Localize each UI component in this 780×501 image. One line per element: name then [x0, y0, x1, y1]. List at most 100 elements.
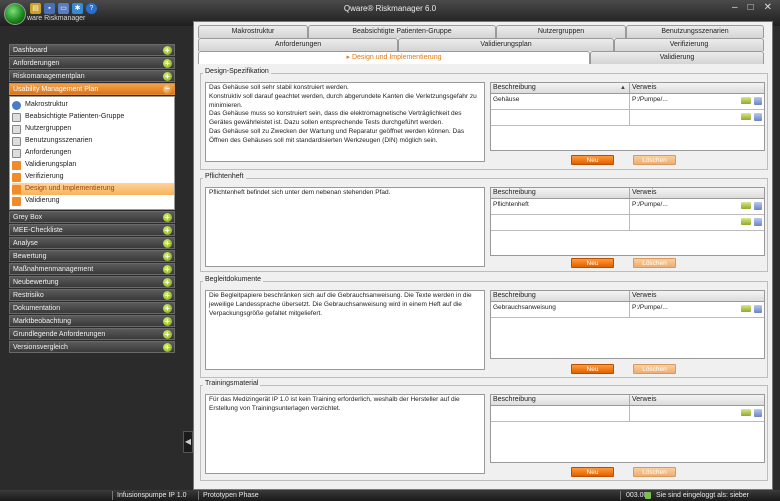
expand-plus-icon[interactable]: + [163, 213, 172, 222]
table-row[interactable] [491, 215, 764, 231]
section-title: Pflichtenheft [203, 173, 246, 180]
table-row[interactable] [491, 406, 764, 422]
sidebar-item-bewertung[interactable]: Bewertung + [9, 250, 175, 262]
tab-anforderungen[interactable]: Anforderungen [198, 38, 398, 51]
expand-plus-icon[interactable]: + [163, 304, 172, 313]
column-header-verweis[interactable]: Verweis [630, 83, 764, 93]
edit-icon[interactable] [741, 409, 751, 416]
expand-plus-icon[interactable]: + [163, 343, 172, 352]
tab-verifizierung[interactable]: Verifizierung [614, 38, 764, 51]
column-header-verweis[interactable]: Verweis [630, 291, 764, 301]
tab-patienten-gruppe[interactable]: Beabsichtigte Patienten-Gruppe [308, 25, 496, 38]
new-button[interactable]: Neu [571, 155, 614, 165]
sidebar-item-massnahmenmanagement[interactable]: Maßnahmenmanagement + [9, 263, 175, 275]
tab-design-implementierung[interactable]: ▸ Design und Implementierung [198, 51, 590, 64]
column-header-beschreibung[interactable]: Beschreibung [491, 188, 630, 198]
section-trainingsmaterial: Trainingsmaterial Für das Medizingerät I… [200, 380, 768, 481]
delete-button[interactable]: Löschen [633, 467, 676, 477]
table-row[interactable]: Pflichtenheft P:/Pumpe/... [491, 199, 764, 215]
expand-plus-icon[interactable]: + [163, 330, 172, 339]
tab-nutzergruppen[interactable]: Nutzergruppen [496, 25, 626, 38]
window-title: Qware® Riskmanager 6.0 [343, 4, 437, 13]
sidebar-item-analyse[interactable]: Analyse + [9, 237, 175, 249]
expand-plus-icon[interactable]: + [163, 239, 172, 248]
link-icon[interactable] [754, 218, 762, 226]
reference-table: Beschreibung ▲ Verweis Gehäuse P:/Pumpe/.… [490, 82, 765, 151]
tab-row-1: Makrostruktur Beabsichtigte Patienten-Gr… [198, 25, 764, 38]
sidebar-item-dashboard[interactable]: Dashboard + [9, 44, 175, 56]
close-button[interactable]: ✕ [764, 2, 772, 13]
tab-makrostruktur[interactable]: Makrostruktur [198, 25, 308, 38]
column-header-beschreibung[interactable]: Beschreibung [491, 395, 630, 405]
delete-button[interactable]: Löschen [633, 258, 676, 268]
new-button[interactable]: Neu [571, 364, 614, 374]
maximize-button[interactable]: □ [748, 2, 754, 13]
sidebar-item-versionsvergleich[interactable]: Versionsvergleich + [9, 341, 175, 353]
sidebar-item-dokumentation[interactable]: Dokumentation + [9, 302, 175, 314]
edit-icon[interactable] [741, 202, 751, 209]
app-subtitle: ware Riskmanager [27, 15, 86, 22]
edit-icon[interactable] [741, 113, 751, 120]
sidebar-item-anforderungen[interactable]: Anforderungen + [9, 57, 175, 69]
expand-plus-icon[interactable]: + [163, 291, 172, 300]
minimize-button[interactable]: – [732, 2, 738, 13]
sidebar-subitem-patienten-gruppe[interactable]: Beabsichtigte Patienten-Gruppe [12, 111, 174, 123]
sidebar-item-grundlegende-anforderungen[interactable]: Grundlegende Anforderungen + [9, 328, 175, 340]
sidebar-subitem-design-implementierung[interactable]: Design und Implementierung [12, 183, 174, 195]
trainingsmaterial-textarea[interactable]: Für das Medizingerät IP 1.0 ist kein Tra… [205, 394, 485, 474]
sidebar-subitem-validierungsplan[interactable]: Validierungsplan [12, 159, 174, 171]
collapse-minus-icon[interactable]: − [163, 85, 172, 94]
expand-plus-icon[interactable]: + [163, 252, 172, 261]
table-row[interactable]: Gebrauchsanweisung P:/Pumpe/... [491, 302, 764, 318]
delete-button[interactable]: Löschen [633, 364, 676, 374]
reference-table: Beschreibung Verweis Gebrauchsanweisung … [490, 290, 765, 359]
table-row[interactable] [491, 110, 764, 126]
column-header-beschreibung[interactable]: Beschreibung ▲ [491, 83, 630, 93]
table-row[interactable]: Gehäuse P:/Pumpe/... [491, 94, 764, 110]
sidebar-subitem-nutzergruppen[interactable]: Nutzergruppen [12, 123, 174, 135]
delete-button[interactable]: Löschen [633, 155, 676, 165]
edit-icon[interactable] [741, 97, 751, 104]
link-icon[interactable] [754, 202, 762, 210]
link-icon[interactable] [754, 113, 762, 121]
column-header-verweis[interactable]: Verweis [630, 395, 764, 405]
link-icon[interactable] [754, 97, 762, 105]
column-header-verweis[interactable]: Verweis [630, 188, 764, 198]
expand-plus-icon[interactable]: + [163, 72, 172, 81]
pflichtenheft-textarea[interactable]: Pflichtenheft befindet sich unter dem ne… [205, 187, 485, 267]
expand-plus-icon[interactable]: + [163, 226, 172, 235]
sidebar-subitem-verifizierung[interactable]: Verifizierung [12, 171, 174, 183]
eye-icon [12, 100, 21, 110]
sidebar-collapse-handle[interactable]: ◀ [183, 431, 193, 453]
design-spezifikation-textarea[interactable]: Das Gehäuse soll sehr stabil konstruiert… [205, 82, 485, 162]
tab-validierung[interactable]: Validierung [590, 51, 764, 64]
edit-icon[interactable] [741, 305, 751, 312]
link-icon[interactable] [754, 409, 762, 417]
sidebar-item-usability-management-plan[interactable]: Usability Management Plan − [9, 83, 175, 95]
edit-icon[interactable] [741, 218, 751, 225]
expand-plus-icon[interactable]: + [163, 317, 172, 326]
new-button[interactable]: Neu [571, 258, 614, 268]
sidebar-item-grey-box[interactable]: Grey Box + [9, 211, 175, 223]
new-button[interactable]: Neu [571, 467, 614, 477]
link-icon[interactable] [754, 305, 762, 313]
sidebar-subitem-benutzungsszenarien[interactable]: Benutzungsszenarien [12, 135, 174, 147]
expand-plus-icon[interactable]: + [163, 265, 172, 274]
lock-icon [645, 492, 651, 499]
sidebar-subitem-anforderungen[interactable]: Anforderungen [12, 147, 174, 159]
sidebar-item-mee-checkliste[interactable]: MEE-Checkliste + [9, 224, 175, 236]
orange-document-icon [12, 196, 21, 206]
sidebar-item-neubewertung[interactable]: Neubewertung + [9, 276, 175, 288]
sidebar-item-restrisiko[interactable]: Restrisiko + [9, 289, 175, 301]
begleitdokumente-textarea[interactable]: Die Begleitpapiere beschränken sich auf … [205, 290, 485, 370]
expand-plus-icon[interactable]: + [163, 59, 172, 68]
sidebar-subitem-makrostruktur[interactable]: Makrostruktur [12, 99, 174, 111]
column-header-beschreibung[interactable]: Beschreibung [491, 291, 630, 301]
tab-benutzungsszenarien[interactable]: Benutzungsszenarien [626, 25, 764, 38]
sidebar-item-marktbeobachtung[interactable]: Marktbeobachtung + [9, 315, 175, 327]
expand-plus-icon[interactable]: + [163, 46, 172, 55]
sidebar-item-riskomanagementplan[interactable]: Riskomanagementplan + [9, 70, 175, 82]
tab-validierungsplan[interactable]: Validierungsplan [398, 38, 614, 51]
sidebar-subitem-validierung[interactable]: Validierung [12, 195, 174, 207]
expand-plus-icon[interactable]: + [163, 278, 172, 287]
